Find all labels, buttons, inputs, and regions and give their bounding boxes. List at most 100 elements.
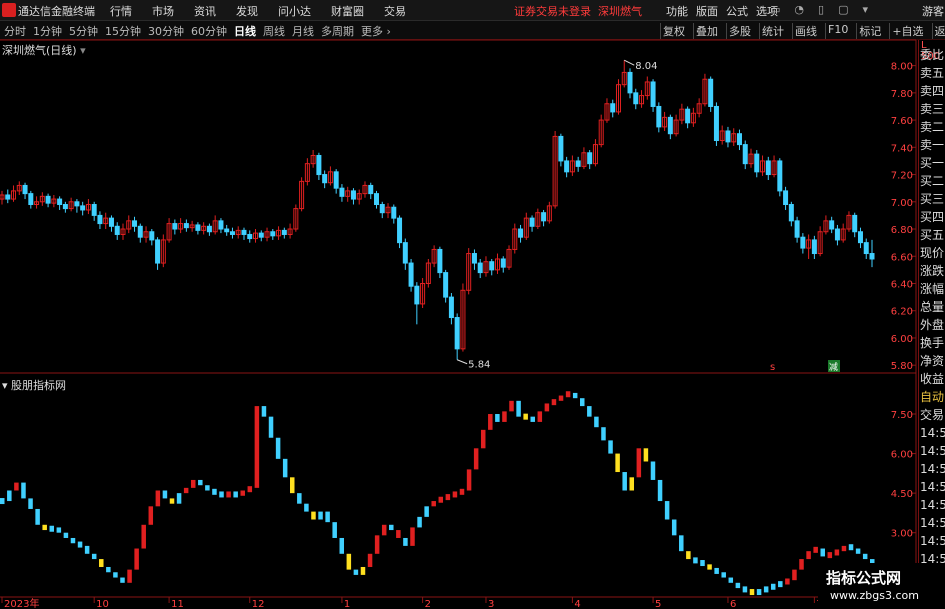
indicator-bar — [148, 506, 154, 525]
indicator-bar — [282, 458, 288, 478]
indicator-series — [0, 391, 875, 596]
indicator-bar — [756, 589, 762, 596]
indicator-bar — [565, 391, 571, 398]
chart-svg[interactable]: 8.04 5.84 8.00 7.80 7.60 7.40 7.20 7.00 6.80 6.6… — [0, 0, 945, 609]
indicator-bar — [728, 577, 734, 583]
indicator-bar — [827, 552, 833, 559]
candle-body — [333, 171, 339, 189]
indicator-bar — [495, 414, 500, 422]
quote-label-11[interactable]: 现价 — [920, 244, 945, 262]
candle-body — [857, 231, 863, 244]
price-tick-label: 6.00 — [891, 334, 913, 345]
quote-label-4[interactable]: 卖二 — [920, 118, 945, 136]
quote-label-24[interactable]: 14:56 — [920, 478, 945, 496]
candle-body — [489, 261, 495, 271]
quote-label-12[interactable]: 涨跌 — [920, 262, 945, 280]
indicator-panel-title[interactable]: ▾ 股朋指标网 — [2, 377, 66, 393]
chevron-down-icon[interactable]: ▾ — [2, 379, 8, 392]
quote-label-14[interactable]: 总量 — [920, 298, 945, 316]
candle-body — [667, 116, 673, 135]
indicator-bar — [77, 541, 83, 548]
quote-label-23[interactable]: 14:56 — [920, 460, 945, 478]
quote-label-list: 委比 卖五 卖四 卖三 卖二 卖一 买一 买二 买三 买四 买五 现价 涨跌 涨幅 总量 外盘 换手 净资 收益 自动… — [920, 46, 945, 586]
x-tick-label: 1 — [344, 599, 350, 609]
indicator-bar — [537, 411, 543, 422]
quote-label-25[interactable]: 14:56 — [920, 496, 945, 514]
quote-label-20[interactable]: 交易 — [920, 406, 945, 424]
indicator-bar — [240, 490, 245, 496]
candle-body — [454, 317, 460, 350]
quote-label-19[interactable]: 自动 — [920, 388, 945, 406]
chevron-down-icon[interactable]: ▾ — [80, 44, 86, 57]
candle-body — [448, 296, 454, 319]
candle-body — [829, 220, 835, 230]
indicator-bar — [714, 567, 719, 574]
indicator-bar — [679, 535, 684, 552]
price-tick-label: 7.80 — [891, 89, 913, 100]
candle-body — [794, 220, 800, 238]
quote-label-8[interactable]: 买三 — [920, 190, 945, 208]
badge-s: s — [770, 362, 775, 373]
quote-label-6[interactable]: 买一 — [920, 154, 945, 172]
indicator-bar — [459, 488, 465, 495]
indicator-bar — [488, 414, 493, 430]
indicator-tick-label: 4.50 — [891, 489, 913, 500]
candle-body — [765, 160, 771, 176]
quote-label-7[interactable]: 买二 — [920, 172, 945, 190]
candle-body — [368, 184, 374, 195]
indicator-bar — [686, 551, 691, 560]
indicator-bar — [516, 400, 521, 417]
candle-body — [172, 223, 178, 230]
candle-body — [518, 228, 524, 238]
indicator-bar — [778, 581, 783, 588]
quote-label-27[interactable]: 14:56 — [920, 532, 945, 550]
quote-label-16[interactable]: 换手 — [920, 334, 945, 352]
indicator-bar — [120, 577, 125, 583]
candle-body — [74, 201, 80, 207]
indicator-bar — [268, 416, 274, 438]
quote-label-22[interactable]: 14:56 — [920, 442, 945, 460]
indicator-bar — [601, 427, 606, 441]
candle-body — [22, 184, 28, 195]
price-tick-label: 7.00 — [891, 198, 913, 209]
quote-label-0[interactable]: 委比 — [920, 46, 945, 64]
indicator-bar — [629, 477, 635, 491]
candle-body — [541, 212, 547, 222]
indicator-bar — [233, 491, 238, 498]
x-tick-label: 6 — [730, 599, 736, 609]
indicator-tick-label: 6.00 — [891, 450, 913, 461]
quote-label-9[interactable]: 买四 — [920, 208, 945, 226]
quote-label-2[interactable]: 卖四 — [920, 82, 945, 100]
indicator-bar — [594, 416, 599, 428]
candle-body — [281, 229, 287, 235]
quote-label-15[interactable]: 外盘 — [920, 316, 945, 334]
candle-body — [800, 236, 806, 249]
indicator-bar — [671, 519, 677, 536]
candle-body — [529, 217, 535, 227]
quote-label-18[interactable]: 收益 — [920, 370, 945, 388]
price-panel-title[interactable]: 深圳燃气(日线) ▾ — [2, 42, 86, 58]
indicator-bar — [721, 572, 726, 578]
candle-body — [28, 193, 34, 206]
quote-label-13[interactable]: 涨幅 — [920, 280, 945, 298]
indicator-bar — [84, 545, 90, 554]
quote-label-10[interactable]: 买五 — [920, 226, 945, 244]
indicator-bar — [318, 511, 323, 520]
price-tick-label: 7.20 — [891, 171, 913, 182]
x-tick-label: 4 — [574, 599, 580, 609]
quote-label-5[interactable]: 卖一 — [920, 136, 945, 154]
x-tick-label: 5 — [655, 599, 661, 609]
candle-body — [558, 135, 564, 162]
candle-body — [811, 239, 817, 255]
quote-label-21[interactable]: 14:56 — [920, 424, 945, 442]
indicator-tick-label: 3.00 — [891, 529, 913, 540]
indicator-bar — [523, 413, 528, 420]
indicator-bar — [763, 586, 769, 593]
price-tick-label: 6.80 — [891, 225, 913, 236]
indicator-bar — [820, 548, 825, 557]
quote-label-1[interactable]: 卖五 — [920, 64, 945, 82]
quote-label-26[interactable]: 14:56 — [920, 514, 945, 532]
quote-label-17[interactable]: 净资 — [920, 352, 945, 370]
quote-label-3[interactable]: 卖三 — [920, 100, 945, 118]
candle-body — [500, 258, 506, 268]
